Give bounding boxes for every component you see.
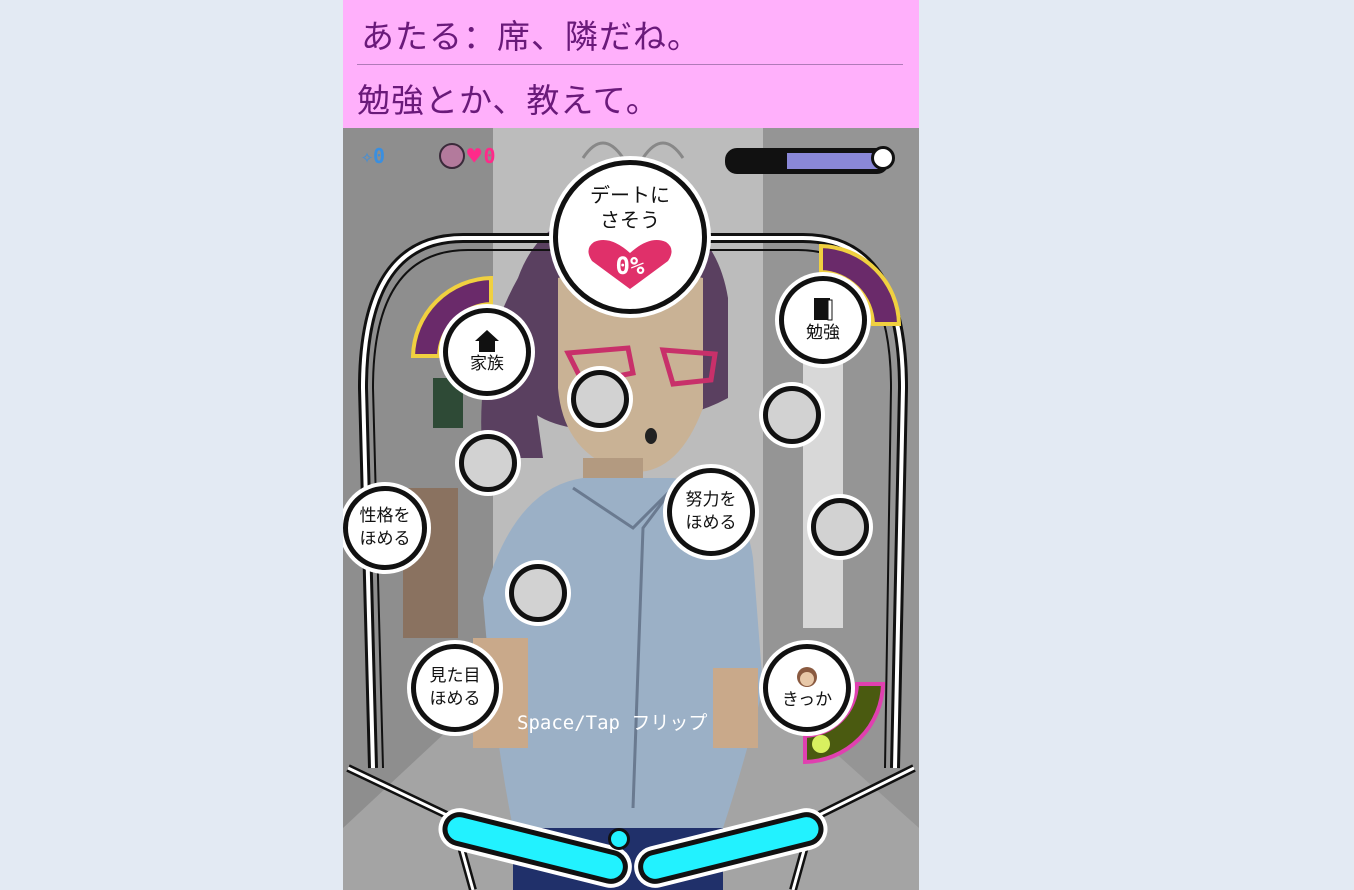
pinball-scene[interactable]: ✧0 ♥ 0 デートに さそう 0% 勉強 家族 性格を ほめる 努力を ほめる… [343, 128, 919, 890]
time-bar [725, 148, 889, 174]
sparkle-count: 0 [373, 144, 386, 168]
sparkle-counter: ✧0 [361, 144, 385, 168]
study-label: 勉強 [806, 322, 840, 343]
date-invite-bubble[interactable]: デートに さそう 0% [553, 160, 707, 314]
personality-line-2: ほめる [359, 529, 411, 549]
praise-personality-bubble[interactable]: 性格を ほめる [343, 486, 427, 570]
study-bubble[interactable]: 勉強 [779, 276, 867, 364]
dialog-line-1: あたる：席、隣だね。 [361, 17, 701, 56]
effort-line-1: 努力を [685, 490, 737, 511]
heart-icon: ♥ [467, 142, 482, 170]
clock-icon [871, 146, 895, 170]
game-screen[interactable]: あたる：席、隣だね。 勉強とか、教えて。 ✧0 ♥ 0 デートに さそう 0% … [343, 0, 919, 890]
bumper [763, 386, 821, 444]
bumper [571, 370, 629, 428]
praise-effort-bubble[interactable]: 努力を ほめる [667, 468, 755, 556]
time-bar-fill [787, 153, 883, 169]
bumper [811, 498, 869, 556]
character-face-icon [797, 666, 817, 687]
trigger-label: きっか [781, 689, 833, 710]
date-percent: 0% [615, 252, 645, 280]
looks-line-2: ほめる [429, 689, 481, 709]
effort-line-2: ほめる [685, 513, 737, 533]
dialog-box[interactable]: あたる：席、隣だね。 勉強とか、教えて。 [343, 0, 919, 128]
affection-counter: ♥ 0 [439, 142, 496, 170]
flip-hint: Space/Tap フリップ [517, 712, 708, 734]
dialog-separator [357, 64, 903, 65]
affection-count: 0 [483, 144, 496, 168]
date-invite-line-1: デートに [590, 183, 670, 207]
personality-line-1: 性格を [359, 506, 411, 527]
family-label: 家族 [470, 353, 504, 374]
pinball-ball [608, 828, 630, 850]
praise-looks-bubble[interactable]: 見た目 ほめる [411, 644, 499, 732]
family-bubble[interactable]: 家族 [443, 308, 531, 396]
bumper [459, 434, 517, 492]
dialog-line-2: 勉強とか、教えて。 [357, 81, 660, 120]
home-icon [475, 329, 499, 352]
trigger-bubble[interactable]: きっか [763, 644, 851, 732]
character-face-icon [439, 143, 465, 169]
date-invite-line-2: さそう [600, 208, 660, 232]
looks-line-1: 見た目 [429, 666, 481, 687]
date-heart: 0% [586, 239, 674, 291]
sparkle-icon: ✧ [361, 144, 374, 168]
bumper [509, 564, 567, 622]
book-icon [814, 297, 833, 321]
